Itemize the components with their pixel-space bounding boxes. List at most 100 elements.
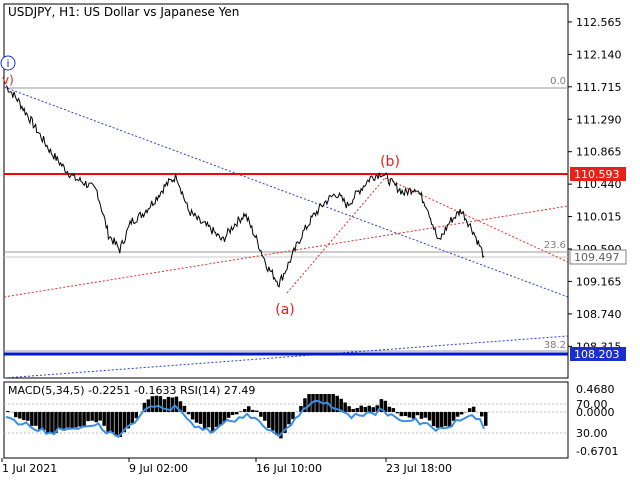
macd-bar [30, 412, 33, 426]
macd-bar [195, 412, 199, 423]
macd-bar [472, 407, 476, 412]
price-axis: 112.565112.140111.715111.290110.865110.4… [568, 16, 622, 353]
indicator-header: MACD(5,34,5) -0.2251 -0.1633 RSI(14) 27.… [8, 384, 255, 397]
macd-bar [38, 412, 42, 430]
macd-bar [163, 399, 167, 412]
chart-canvas[interactable]: 0.0 23.6 38.2 (b) (a) i v) USDJPY, H1: U… [0, 0, 640, 480]
macd-bar [82, 412, 86, 426]
macd-bar [396, 412, 400, 413]
indicator-tick-label: -0.6701 [576, 445, 618, 458]
macd-bar [368, 406, 372, 412]
macd-histogram [6, 394, 488, 438]
macd-bar [74, 412, 78, 427]
chart-window[interactable]: 0.0 23.6 38.2 (b) (a) i v) USDJPY, H1: U… [0, 0, 640, 480]
macd-bar [86, 412, 90, 421]
macd-bar [424, 412, 428, 418]
fib-382-label: 38.2 [544, 340, 566, 351]
macd-bar [468, 408, 472, 412]
macd-bar [416, 412, 420, 415]
macd-bar [78, 412, 82, 427]
macd-bar [207, 412, 211, 427]
macd-bar [199, 412, 203, 424]
macd-bar [267, 412, 271, 428]
macd-bar [360, 406, 364, 412]
macd-bar [211, 412, 215, 432]
macd-bar [440, 412, 444, 428]
macd-bar [247, 406, 251, 412]
indicator-tick-label: 0.4680 [576, 383, 615, 396]
price-tick-label: 112.140 [576, 48, 622, 61]
macd-bar [155, 396, 159, 412]
macd-bar [452, 412, 456, 421]
macd-bar [14, 412, 18, 417]
time-label: 16 Jul 10:00 [256, 462, 322, 475]
price-tick-label: 111.715 [576, 81, 622, 94]
macd-bar [191, 412, 195, 420]
macd-bar [26, 412, 30, 421]
macd-bar [484, 412, 488, 426]
chart-title: USDJPY, H1: US Dollar vs Japanese Yen [8, 5, 239, 19]
macd-bar [287, 412, 291, 424]
indicator-axis: 0.468070.000.000030.00-0.6701 [576, 383, 618, 458]
support-badge-text: 108.203 [574, 348, 620, 361]
macd-bar [110, 412, 114, 432]
blue-trendline-lower[interactable] [4, 336, 568, 378]
macd-bar [444, 412, 448, 426]
red-wave-line-b-c[interactable] [385, 178, 568, 262]
macd-bar [456, 412, 460, 417]
time-label: 1 Jul 2021 [2, 462, 57, 475]
macd-bar [135, 412, 139, 418]
macd-bar [219, 412, 223, 425]
macd-bar [58, 412, 62, 429]
macd-bar [6, 411, 10, 412]
price-tick-label: 110.865 [576, 146, 622, 159]
macd-bar [159, 396, 163, 412]
macd-bar [106, 412, 110, 432]
macd-bar [187, 412, 191, 414]
blue-trendline-upper[interactable] [4, 87, 568, 297]
macd-bar [315, 394, 319, 412]
macd-bar [271, 412, 275, 431]
macd-bar [102, 412, 106, 426]
fib-236-label: 23.6 [544, 240, 566, 251]
macd-bar [259, 412, 263, 417]
macd-bar [263, 412, 267, 421]
macd-bar [235, 412, 239, 414]
wave-i-label: i [6, 57, 9, 70]
macd-bar [428, 412, 432, 421]
wave-v-label: v) [2, 73, 14, 87]
wave-a-label: (a) [275, 302, 295, 318]
main-pane-frame [4, 4, 568, 378]
macd-bar [115, 412, 119, 436]
macd-bar [151, 396, 155, 412]
price-tick-label: 109.165 [576, 275, 622, 288]
macd-bar [203, 412, 207, 429]
macd-bar [255, 411, 259, 412]
macd-bar [432, 412, 436, 426]
macd-bar [275, 412, 279, 435]
macd-bar [94, 412, 98, 422]
macd-bar [364, 407, 368, 412]
macd-bar [183, 406, 187, 412]
macd-bar [62, 412, 65, 431]
macd-bar [239, 411, 243, 412]
time-axis: 1 Jul 20219 Jul 02:0016 Jul 10:0023 Jul … [2, 458, 452, 475]
macd-bar [436, 412, 440, 428]
macd-bar [388, 407, 392, 412]
macd-bar [408, 412, 412, 418]
macd-bar [400, 412, 404, 416]
red-wave-line-a-b[interactable] [287, 178, 385, 293]
macd-bar [480, 412, 484, 417]
time-label: 9 Jul 02:00 [129, 462, 188, 475]
macd-bar [50, 412, 54, 433]
macd-bar [251, 410, 255, 412]
macd-bar [70, 412, 74, 429]
macd-bar [227, 412, 231, 418]
macd-bar [22, 412, 26, 420]
macd-bar [42, 412, 46, 430]
macd-bar [448, 412, 452, 427]
wave-b-label: (b) [380, 154, 400, 170]
macd-bar [351, 409, 355, 412]
macd-bar [215, 412, 219, 427]
price-tick-label: 110.015 [576, 211, 622, 224]
